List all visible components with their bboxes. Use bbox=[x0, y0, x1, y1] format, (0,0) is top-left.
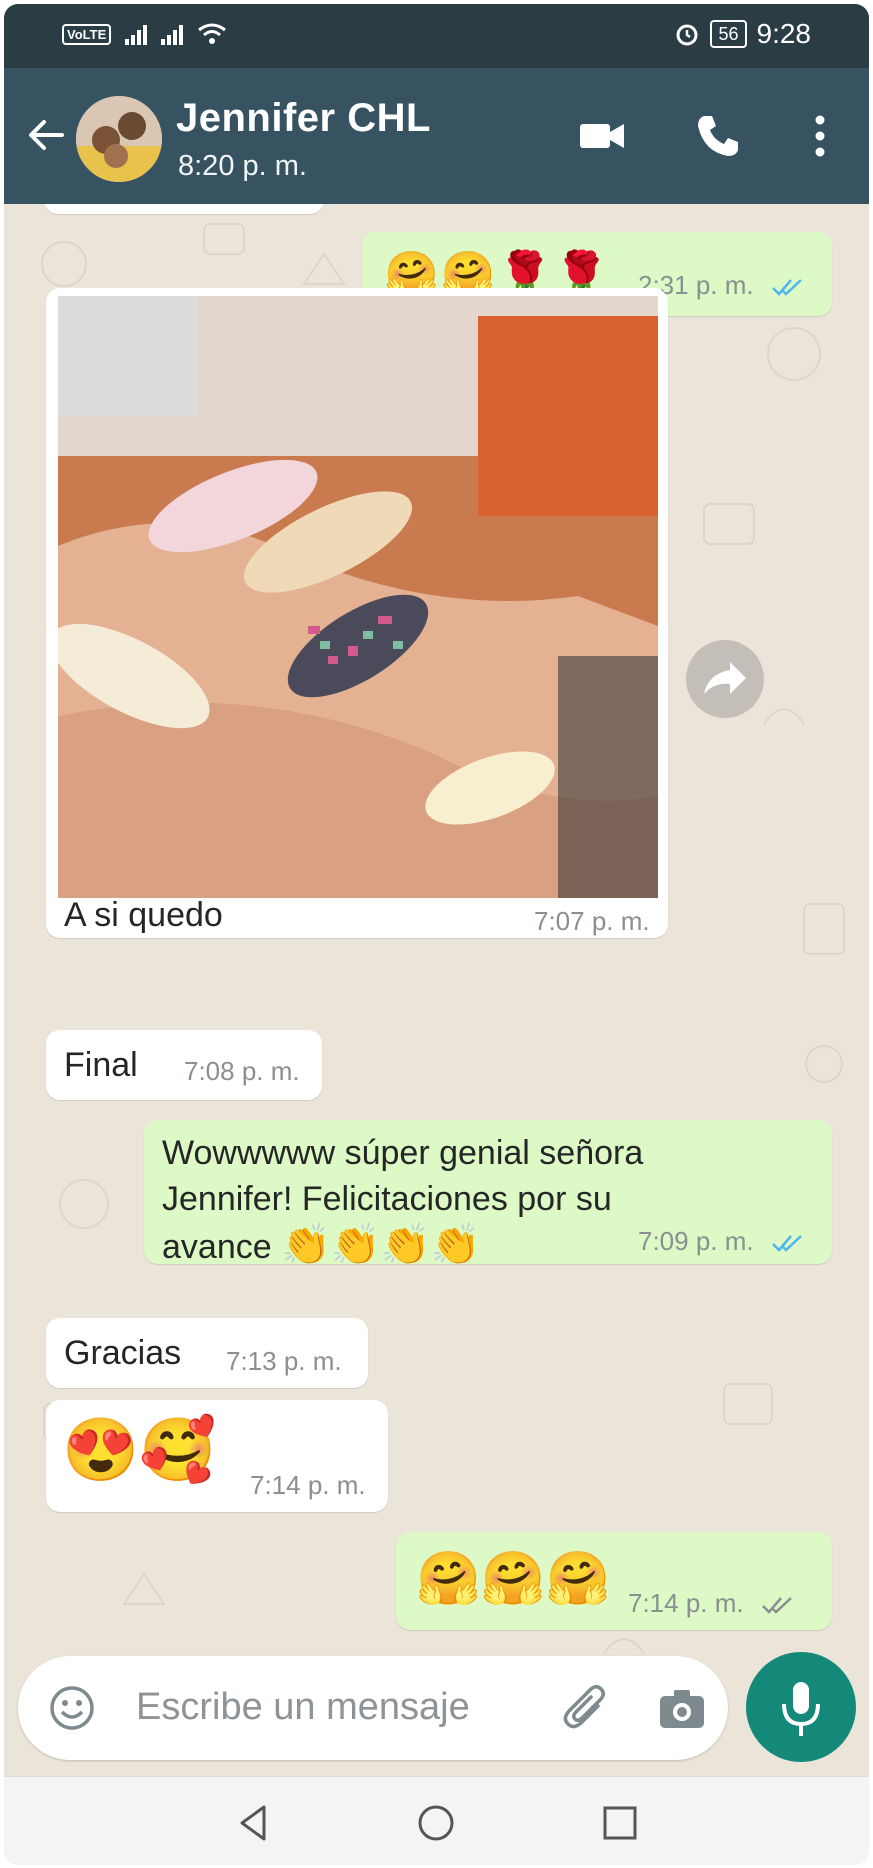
message-time: 7:13 p. m. bbox=[226, 1346, 342, 1376]
message-text: Gracias bbox=[64, 1334, 182, 1372]
system-nav-bar bbox=[4, 1776, 869, 1865]
forward-button[interactable] bbox=[686, 640, 764, 718]
read-ticks-icon bbox=[771, 1235, 802, 1252]
phone-call-icon[interactable] bbox=[690, 108, 746, 164]
message-bubble-in[interactable]: 😍🥰 7:14 p. m. bbox=[46, 1400, 388, 1512]
chat-header: Jennifer CHL 8:20 p. m. bbox=[4, 68, 869, 204]
message-line-3: avance bbox=[162, 1228, 272, 1266]
attach-icon[interactable] bbox=[558, 1680, 614, 1736]
wifi-icon bbox=[198, 23, 227, 44]
volte-badge: VoLTE bbox=[62, 23, 112, 45]
signal-icon bbox=[125, 23, 148, 45]
nav-back-icon[interactable] bbox=[234, 1803, 274, 1843]
mic-icon bbox=[782, 1682, 820, 1736]
message-input[interactable]: Escribe un mensaje bbox=[136, 1686, 470, 1729]
message-time: 7:08 p. m. bbox=[184, 1056, 300, 1086]
back-arrow-icon[interactable] bbox=[22, 110, 72, 160]
nail-photo[interactable] bbox=[58, 296, 658, 898]
message-time: 7:07 p. m. bbox=[534, 906, 650, 936]
status-left: VoLTE bbox=[62, 22, 227, 46]
nav-home-icon[interactable] bbox=[416, 1803, 456, 1843]
status-time: 9:28 bbox=[756, 18, 812, 49]
delivered-ticks-icon bbox=[761, 1597, 792, 1614]
alarm-icon bbox=[676, 24, 698, 46]
emoji-icon[interactable] bbox=[44, 1680, 100, 1736]
message-emojis: 😍🥰 bbox=[62, 1416, 217, 1485]
message-time: 7:14 p. m. bbox=[250, 1470, 366, 1500]
message-emojis: 🤗🤗🤗 bbox=[416, 1550, 611, 1608]
message-input-bar[interactable]: Escribe un mensaje bbox=[18, 1656, 728, 1760]
image-message-bubble[interactable]: A si quedo 7:07 p. m. bbox=[46, 288, 668, 938]
message-line-1: Wowwwww súper genial señora bbox=[162, 1134, 644, 1172]
message-time: 7:14 p. m. bbox=[628, 1588, 744, 1618]
avatar[interactable] bbox=[76, 96, 162, 182]
video-call-icon[interactable] bbox=[574, 108, 630, 164]
battery-indicator: 56 bbox=[710, 20, 747, 48]
message-text: Final bbox=[64, 1046, 138, 1084]
last-seen: 8:20 p. m. bbox=[178, 150, 307, 182]
message-bubble-in[interactable]: Gracias 7:13 p. m. bbox=[46, 1318, 368, 1388]
image-caption: A si quedo bbox=[64, 896, 223, 934]
mic-button[interactable] bbox=[746, 1652, 856, 1762]
message-emojis: 👏👏👏👏 bbox=[281, 1223, 481, 1267]
message-bubble-in[interactable]: Final 7:08 p. m. bbox=[46, 1030, 322, 1100]
nav-recents-icon[interactable] bbox=[600, 1803, 640, 1843]
phone-screen: VoLTE 56 9:28 Jennifer CHL 8:20 p. m. 🤗🤗… bbox=[0, 0, 873, 1868]
contact-name[interactable]: Jennifer CHL bbox=[176, 96, 431, 141]
more-options-icon[interactable] bbox=[792, 108, 848, 164]
chat-area[interactable]: 🤗🤗🌹🌹 2:31 p. m. A si quedo 7:07 p. m. Fi… bbox=[4, 204, 869, 1776]
status-right: 56 9:28 bbox=[674, 18, 811, 50]
read-ticks-icon bbox=[771, 279, 802, 296]
message-line-2: Jennifer! Felicitaciones por su bbox=[162, 1180, 612, 1218]
message-bubble-out[interactable]: 🤗🤗🤗 7:14 p. m. bbox=[396, 1532, 832, 1630]
message-time-row: 7:09 p. m. bbox=[638, 1226, 805, 1257]
message-line-3-row: avance 👏👏👏👏 bbox=[162, 1222, 643, 1270]
forward-icon bbox=[704, 662, 746, 694]
message-time: 7:09 p. m. bbox=[638, 1226, 754, 1256]
status-bar: VoLTE 56 9:28 bbox=[4, 4, 869, 68]
message-text: Wowwwww súper genial señora Jennifer! Fe… bbox=[162, 1130, 643, 1270]
message-time-row: 7:14 p. m. bbox=[628, 1588, 795, 1619]
message-bubble-out[interactable]: Wowwwww súper genial señora Jennifer! Fe… bbox=[144, 1120, 832, 1267]
camera-icon[interactable] bbox=[654, 1680, 710, 1736]
signal-icon-2 bbox=[161, 23, 184, 45]
message-partial bbox=[44, 204, 324, 214]
